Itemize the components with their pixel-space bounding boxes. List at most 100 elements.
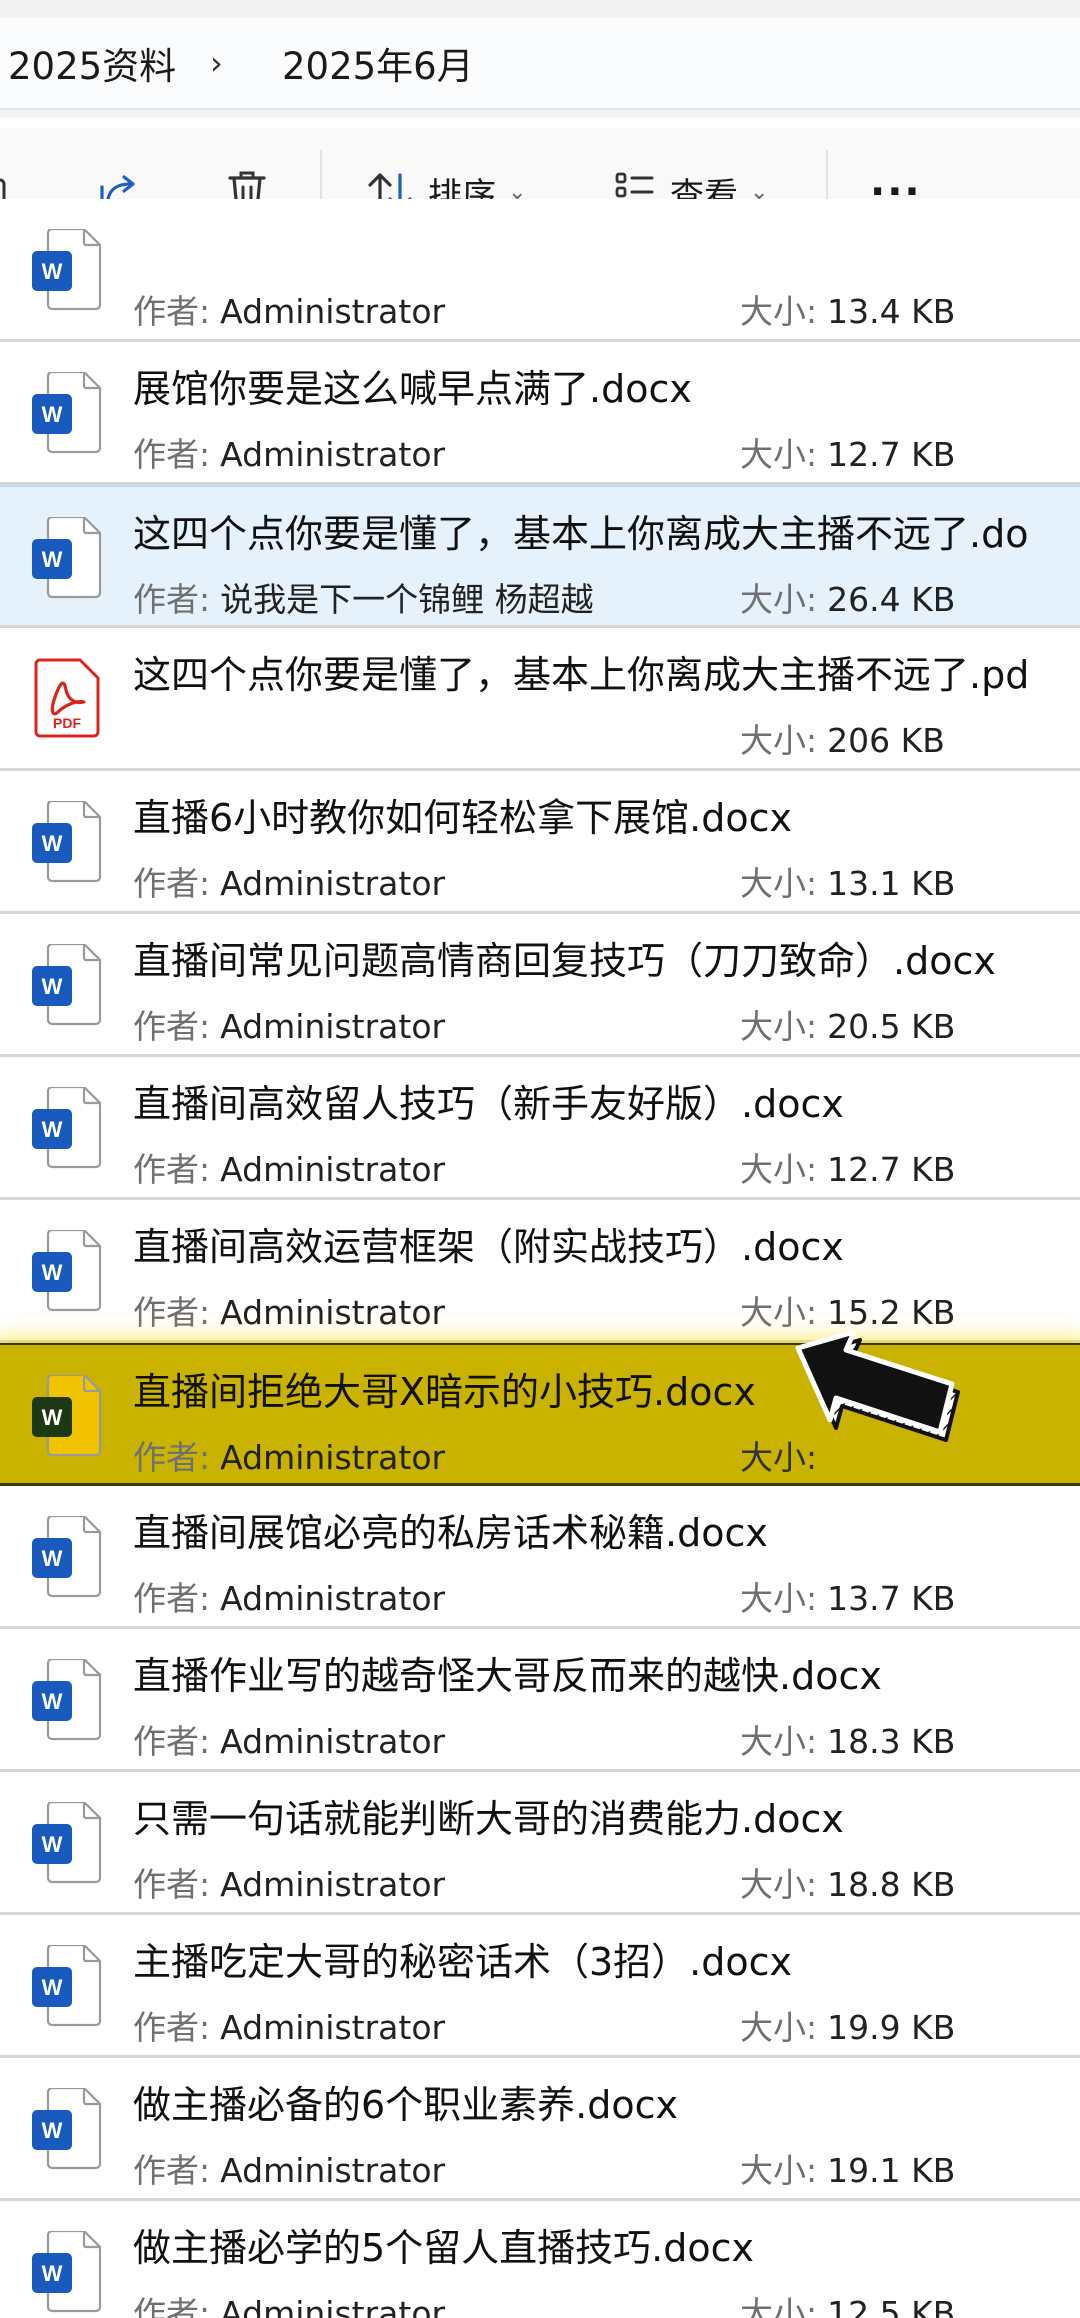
size-label: 大小: bbox=[740, 292, 818, 331]
file-name: 直播作业写的越奇怪大哥反而来的越快.docx bbox=[133, 1654, 882, 1698]
word-document-icon: W bbox=[32, 1230, 102, 1312]
breadcrumb[interactable]: 2025资料 › 2025年6月 bbox=[0, 18, 1080, 110]
file-name: 直播间常见问题高情商回复技巧（刀刀致命）.docx bbox=[133, 939, 996, 983]
file-size: 大小: 26.4 KB bbox=[740, 573, 955, 621]
file-size: 大小: 15.2 KB bbox=[740, 1286, 955, 1334]
author-label: 作者: bbox=[133, 1865, 211, 1904]
author-label: 作者: bbox=[133, 2008, 211, 2047]
file-row[interactable]: W 直播间高效运营框架（附实战技巧）.docx 作者: Administrator 大小… bbox=[0, 1200, 1080, 1343]
pdf-file-icon: PDF bbox=[34, 658, 100, 738]
file-name: 直播间拒绝大哥X暗示的小技巧.docx bbox=[133, 1370, 756, 1414]
file-row[interactable]: W 直播间展馆必亮的私房话术秘籍.docx 作者: Administrator 大小: 1… bbox=[0, 1486, 1080, 1629]
author-value: Administrator bbox=[220, 1865, 446, 1904]
file-name: 直播6小时教你如何轻松拿下展馆.docx bbox=[133, 796, 793, 840]
size-value: 20.5 KB bbox=[827, 1007, 956, 1046]
file-size: 大小: 13.1 KB bbox=[740, 857, 955, 905]
file-row[interactable]: W 做主播必学的5个留人直播技巧.docx 作者: Administrator 大小: 1… bbox=[0, 2201, 1080, 2318]
author-value: Administrator bbox=[220, 2294, 446, 2318]
breadcrumb-item-2025-materials[interactable]: 2025资料 bbox=[8, 36, 176, 90]
file-author: 作者: Administrator bbox=[133, 2144, 445, 2192]
file-row[interactable]: W 做主播必备的6个职业素养.docx 作者: Administrator 大小: 19.… bbox=[0, 2058, 1080, 2201]
file-author: 作者: Administrator bbox=[133, 857, 445, 905]
svg-text:W: W bbox=[42, 547, 63, 572]
author-label: 作者: bbox=[133, 292, 211, 331]
author-label: 作者: bbox=[133, 580, 211, 619]
size-value: 12.5 KB bbox=[827, 2294, 956, 2318]
author-label: 作者: bbox=[133, 1579, 211, 1618]
file-size: 大小: 19.9 KB bbox=[740, 2001, 955, 2049]
size-label: 大小: bbox=[740, 1007, 818, 1046]
size-label: 大小: bbox=[740, 721, 818, 760]
file-author: 作者: Administrator bbox=[133, 1572, 445, 1620]
svg-text:W: W bbox=[42, 1117, 63, 1142]
file-row[interactable]: W 主播吃定大哥的秘密话术（3招）.docx 作者: Administrator 大小:… bbox=[0, 1915, 1080, 2058]
word-document-icon: W bbox=[32, 944, 102, 1026]
size-value: 15.2 KB bbox=[827, 1293, 956, 1332]
author-value: Administrator bbox=[220, 1438, 446, 1477]
file-name: 做主播必学的5个留人直播技巧.docx bbox=[133, 2226, 755, 2270]
size-value: 13.1 KB bbox=[827, 864, 956, 903]
svg-text:W: W bbox=[42, 2118, 63, 2143]
file-row[interactable]: W 直播间高效留人技巧（新手友好版）.docx 作者: Administrator 大小… bbox=[0, 1057, 1080, 1200]
word-document-icon: W bbox=[32, 801, 102, 883]
file-size: 大小: 18.8 KB bbox=[740, 1858, 955, 1906]
author-value: Administrator bbox=[220, 1150, 446, 1189]
author-label: 作者: bbox=[133, 1007, 211, 1046]
author-label: 作者: bbox=[133, 2151, 211, 2190]
author-value: Administrator bbox=[220, 292, 446, 331]
word-document-icon: W bbox=[32, 1375, 102, 1457]
size-label: 大小: bbox=[740, 1722, 818, 1761]
file-row[interactable]: W 直播作业写的越奇怪大哥反而来的越快.docx 作者: Administrator 大… bbox=[0, 1629, 1080, 1772]
file-row[interactable]: W 只需一句话就能判断大哥的消费能力.docx 作者: Administrator 大小… bbox=[0, 1772, 1080, 1915]
author-value: Administrator bbox=[220, 1293, 446, 1332]
size-value: 18.8 KB bbox=[827, 1865, 956, 1904]
author-value: 说我是下一个锦鲤 杨超越 bbox=[220, 580, 594, 619]
size-label: 大小: bbox=[740, 1150, 818, 1189]
file-size: 大小: 20.5 KB bbox=[740, 1000, 955, 1048]
svg-text:W: W bbox=[42, 2261, 63, 2286]
author-label: 作者: bbox=[133, 864, 211, 903]
file-row[interactable]: PDF 这四个点你要是懂了，基本上你离成大主播不远了.pd 大小: 206 KB bbox=[0, 628, 1080, 771]
file-size: 大小: 18.3 KB bbox=[740, 1715, 955, 1763]
size-label: 大小: bbox=[740, 580, 818, 619]
file-row[interactable]: W 展馆你要是这么喊早点满了.docx 作者: Administrator 大小: 12.… bbox=[0, 342, 1080, 485]
size-value: 13.7 KB bbox=[827, 1579, 956, 1618]
file-author: 作者: Administrator bbox=[133, 428, 445, 476]
file-row[interactable]: W 直播6小时教你如何轻松拿下展馆.docx 作者: Administrator 大小:… bbox=[0, 771, 1080, 914]
file-row[interactable]: W 直播间常见问题高情商回复技巧（刀刀致命）.docx 作者: Administrat… bbox=[0, 914, 1080, 1057]
file-name: 直播间高效留人技巧（新手友好版）.docx bbox=[133, 1082, 844, 1126]
file-name: 直播间展馆必亮的私房话术秘籍.docx bbox=[133, 1511, 768, 1555]
file-name: 做主播必备的6个职业素养.docx bbox=[133, 2083, 679, 2127]
breadcrumb-item-june-2025[interactable]: 2025年6月 bbox=[282, 36, 474, 90]
file-author: 作者: Administrator bbox=[133, 1858, 445, 1906]
size-value: 12.7 KB bbox=[827, 435, 956, 474]
word-document-icon: W bbox=[32, 517, 102, 599]
file-author: 作者: 说我是下一个锦鲤 杨超越 bbox=[133, 573, 594, 621]
author-label: 作者: bbox=[133, 2294, 211, 2318]
svg-text:W: W bbox=[42, 1689, 63, 1714]
size-label: 大小: bbox=[740, 864, 818, 903]
file-author: 作者: Administrator bbox=[133, 285, 445, 333]
file-author: 作者: Administrator bbox=[133, 2287, 445, 2318]
file-name: 主播吃定大哥的秘密话术（3招）.docx bbox=[133, 1940, 793, 1984]
svg-text:PDF: PDF bbox=[53, 715, 81, 731]
size-value: 13.4 KB bbox=[827, 292, 956, 331]
size-label: 大小: bbox=[740, 2151, 818, 2190]
author-value: Administrator bbox=[220, 2008, 446, 2047]
size-label: 大小: bbox=[740, 1293, 818, 1332]
size-label: 大小: bbox=[740, 1865, 818, 1904]
svg-text:W: W bbox=[42, 974, 63, 999]
svg-text:W: W bbox=[42, 259, 63, 284]
file-author: 作者: Administrator bbox=[133, 1143, 445, 1191]
author-label: 作者: bbox=[133, 1150, 211, 1189]
file-author: 作者: Administrator bbox=[133, 1000, 445, 1048]
word-document-icon: W bbox=[32, 229, 102, 311]
file-row[interactable]: W 这四个点你要是懂了，基本上你离成大主播不远了.do 作者: 说我是下一个锦鲤 杨超… bbox=[0, 485, 1080, 628]
breadcrumb-separator-icon: › bbox=[210, 44, 223, 82]
word-document-icon: W bbox=[32, 1659, 102, 1741]
size-label: 大小: bbox=[740, 2294, 818, 2318]
file-author: 作者: Administrator bbox=[133, 1286, 445, 1334]
file-row[interactable]: W 作者: Administrator 大小: 13.4 KB bbox=[0, 199, 1080, 342]
author-value: Administrator bbox=[220, 2151, 446, 2190]
word-document-icon: W bbox=[32, 1516, 102, 1598]
